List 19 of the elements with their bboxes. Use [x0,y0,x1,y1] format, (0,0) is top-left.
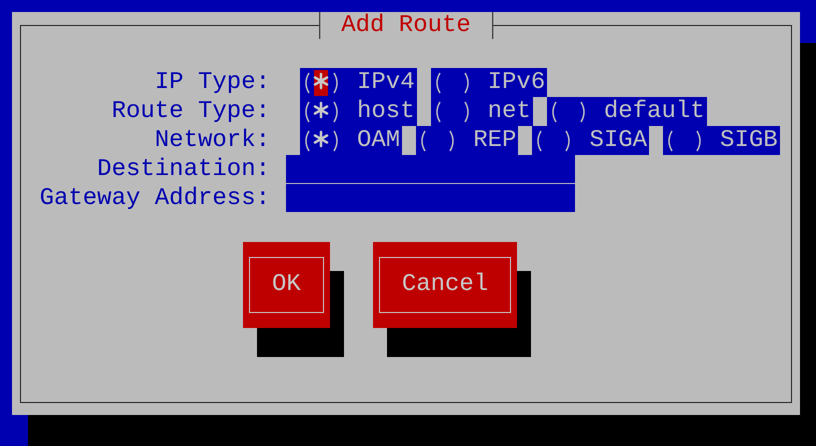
input-field[interactable] [286,155,575,183]
field-label: Network: [154,126,270,155]
dialog-button[interactable]: Cancel [372,242,518,328]
radio-option[interactable]: host [300,97,417,126]
field-label: Gateway Address: [38,184,270,213]
field-label: Destination: [96,155,270,184]
radio-option[interactable]: IPv6 [430,68,548,97]
radio-option[interactable]: SIGB [663,126,780,155]
radio-option[interactable]: SIGA [532,126,650,155]
radio-option[interactable]: net [430,97,533,126]
radio-option[interactable]: IPv4 [300,68,417,97]
dialog-title: Add Route [319,12,493,39]
dialog-button[interactable]: OK [243,242,330,328]
radio-option[interactable]: OAM [300,126,402,155]
field-label: Route Type: [110,97,270,126]
input-field[interactable] [286,184,575,212]
radio-option[interactable]: REP [416,126,518,155]
field-label: IP Type: [154,68,270,97]
radio-option[interactable]: default [546,97,707,126]
